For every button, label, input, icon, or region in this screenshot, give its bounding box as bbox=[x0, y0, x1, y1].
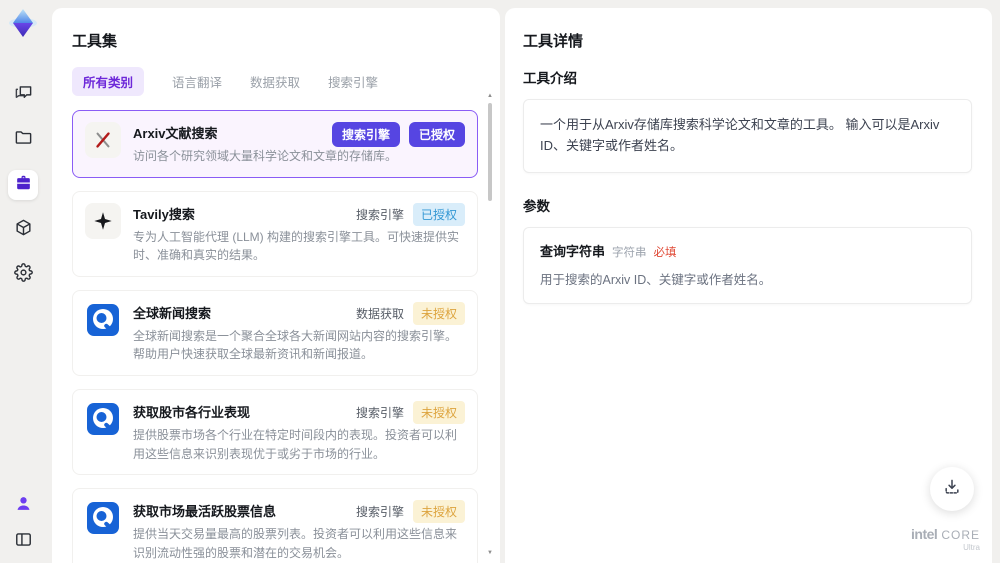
parameter-name: 查询字符串 bbox=[540, 243, 606, 259]
params-heading: 参数 bbox=[523, 198, 550, 214]
required-badge: 必填 bbox=[653, 246, 677, 259]
gear-icon bbox=[13, 263, 33, 287]
tool-icon bbox=[85, 500, 121, 536]
parameter-card: 查询字符串 字符串 必填 用于搜索的Arxiv ID、关键字或作者姓名。 bbox=[523, 226, 972, 304]
sidebar-item-files[interactable] bbox=[8, 125, 38, 155]
cube-icon bbox=[14, 218, 33, 242]
scroll-up-icon[interactable]: ▲ bbox=[485, 92, 495, 100]
tool-list-scrollbar[interactable]: ▲ ▼ bbox=[485, 92, 495, 557]
toolset-title: 工具集 bbox=[72, 33, 118, 50]
scroll-down-icon[interactable]: ▼ bbox=[485, 549, 495, 557]
category-badge: 搜索引擎 bbox=[355, 207, 404, 222]
tool-icon bbox=[85, 302, 121, 338]
scrollbar-thumb[interactable] bbox=[488, 103, 492, 201]
sidebar-item-tools[interactable] bbox=[8, 170, 38, 200]
auth-status-badge: 未授权 bbox=[412, 301, 465, 325]
download-button[interactable] bbox=[930, 467, 974, 511]
sidebar bbox=[0, 0, 46, 563]
intel-core-logo: intel core Ultra bbox=[911, 525, 980, 553]
sidebar-item-collapse[interactable] bbox=[10, 529, 36, 555]
category-tab[interactable]: 所有类别 bbox=[72, 67, 145, 96]
tool-card[interactable]: Arxiv文献搜索 访问各个研究领域大量科学论文和文章的存储库。 搜索引擎 已授… bbox=[72, 110, 478, 178]
download-icon bbox=[942, 477, 962, 502]
tool-intro-text: 一个用于从Arxiv存储库搜索科学论文和文章的工具。 输入可以是Arxiv ID… bbox=[523, 99, 972, 173]
folder-icon bbox=[14, 128, 33, 152]
category-tab[interactable]: 数据获取 bbox=[250, 72, 300, 91]
user-icon bbox=[14, 494, 33, 518]
sidebar-item-chat[interactable] bbox=[8, 80, 38, 110]
category-badge: 搜索引擎 bbox=[355, 505, 404, 520]
parameter-header: 查询字符串 字符串 必填 bbox=[540, 241, 955, 260]
sidebar-item-settings[interactable] bbox=[8, 260, 38, 290]
category-tabs: 所有类别 语言翻译 数据获取 搜索引擎 bbox=[72, 67, 476, 96]
tool-description: 全球新闻搜索是一个聚合全球各大新闻网站内容的搜索引擎。帮助用户快速获取全球最新资… bbox=[133, 328, 458, 362]
category-badge: 搜索引擎 bbox=[355, 405, 404, 420]
tool-description: 访问各个研究领域大量科学论文和文章的存储库。 bbox=[133, 149, 398, 163]
category-tab[interactable]: 搜索引擎 bbox=[328, 72, 378, 91]
tool-card[interactable]: 获取股市各行业表现 提供股票市场各个行业在特定时间段内的表现。投资者可以利用这些… bbox=[72, 388, 478, 476]
detail-title: 工具详情 bbox=[523, 33, 584, 50]
app-root: 工具集 所有类别 语言翻译 数据获取 搜索引擎 Arxiv文献搜索 访问各个研究领域大… bbox=[0, 0, 1000, 563]
tool-detail-panel: 工具详情 工具介绍 一个用于从Arxiv存储库搜索科学论文和文章的工具。 输入可… bbox=[505, 8, 992, 563]
auth-status-badge: 已授权 bbox=[408, 122, 465, 147]
intro-heading: 工具介绍 bbox=[523, 71, 577, 86]
tool-icon bbox=[85, 401, 121, 437]
sidebar-bottom bbox=[10, 493, 36, 563]
tool-list: Arxiv文献搜索 访问各个研究领域大量科学论文和文章的存储库。 搜索引擎 已授… bbox=[72, 110, 478, 563]
parameter-type: 字符串 bbox=[612, 246, 647, 259]
tool-description: 提供股票市场各个行业在特定时间段内的表现。投资者可以利用这些信息来识别表现优于或… bbox=[133, 427, 458, 461]
tool-icon bbox=[85, 202, 121, 239]
category-badge: 搜索引擎 bbox=[331, 122, 400, 147]
sidebar-nav bbox=[8, 80, 38, 290]
toolset-panel: 工具集 所有类别 语言翻译 数据获取 搜索引擎 Arxiv文献搜索 访问各个研究领域大… bbox=[52, 8, 500, 563]
tool-description: 专为人工智能代理 (LLM) 构建的搜索引擎工具。可快速提供实时、准确和真实的结… bbox=[133, 229, 460, 263]
auth-status-badge: 未授权 bbox=[412, 400, 465, 424]
sidebar-item-models[interactable] bbox=[8, 215, 38, 245]
parameter-desc: 用于搜索的Arxiv ID、关键字或作者姓名。 bbox=[540, 272, 772, 287]
category-badge: 数据获取 bbox=[355, 306, 404, 321]
ultra-label: Ultra bbox=[963, 543, 980, 553]
chat-icon bbox=[14, 83, 33, 107]
tool-description: 提供当天交易量最高的股票列表。投资者可以利用这些信息来识别流动性强的股票和潜在的… bbox=[133, 527, 458, 560]
panel-icon bbox=[14, 530, 33, 554]
tool-icon bbox=[85, 122, 121, 158]
auth-status-badge: 未授权 bbox=[412, 500, 465, 524]
sidebar-item-profile[interactable] bbox=[10, 493, 36, 519]
auth-status-badge: 已授权 bbox=[412, 202, 465, 226]
intel-wordmark: intel bbox=[911, 525, 938, 542]
category-tab[interactable]: 语言翻译 bbox=[172, 72, 222, 91]
tool-card[interactable]: Tavily搜索 专为人工智能代理 (LLM) 构建的搜索引擎工具。可快速提供实… bbox=[72, 190, 478, 277]
app-logo[interactable] bbox=[6, 6, 40, 40]
core-wordmark: core bbox=[941, 527, 980, 542]
main-content: 工具集 所有类别 语言翻译 数据获取 搜索引擎 Arxiv文献搜索 访问各个研究领域大… bbox=[46, 0, 1000, 563]
briefcase-icon bbox=[14, 173, 33, 197]
tool-card[interactable]: 全球新闻搜索 全球新闻搜索是一个聚合全球各大新闻网站内容的搜索引擎。帮助用户快速… bbox=[72, 289, 478, 376]
tool-card[interactable]: 获取市场最活跃股票信息 提供当天交易量最高的股票列表。投资者可以利用这些信息来识… bbox=[72, 488, 478, 563]
